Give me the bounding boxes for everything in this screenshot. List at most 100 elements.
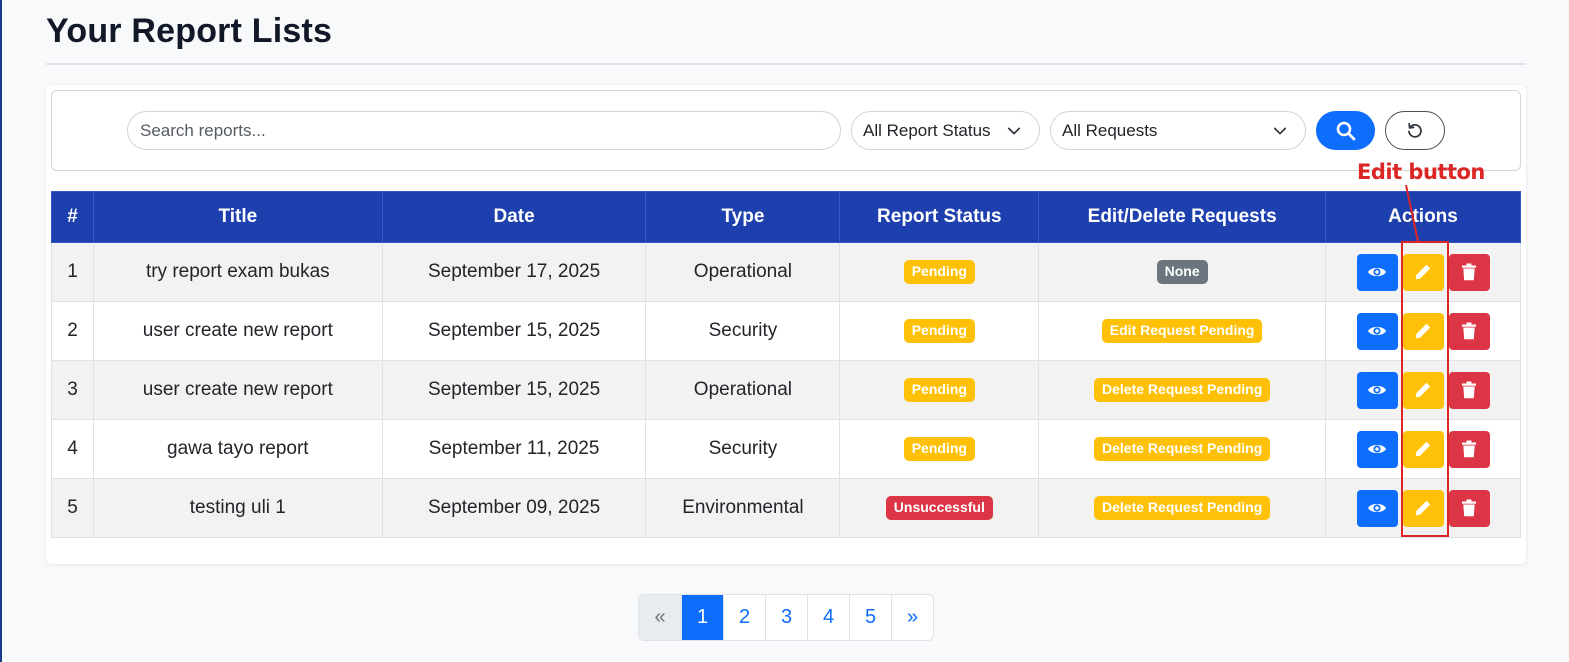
- cell-date: September 17, 2025: [381, 242, 647, 302]
- pencil-icon: [1415, 500, 1431, 516]
- row-actions: [1326, 489, 1520, 527]
- view-button[interactable]: [1356, 371, 1398, 409]
- cell-title: try report exam bukas: [92, 242, 383, 302]
- edit-button[interactable]: [1402, 312, 1444, 350]
- status-badge: Unsuccessful: [885, 496, 993, 520]
- eye-icon: [1368, 267, 1387, 277]
- chevron-down-icon: [1007, 127, 1021, 135]
- cell-number: 2: [51, 301, 94, 361]
- request-badge: Delete Request Pending: [1094, 437, 1271, 461]
- report-status-select-value: All Report Status: [863, 120, 991, 140]
- cell-actions: [1325, 360, 1521, 420]
- edit-button[interactable]: [1402, 253, 1444, 291]
- column-header-edit-delete-requests: Edit/Delete Requests: [1038, 191, 1327, 243]
- cell-report-status: Pending: [839, 301, 1040, 361]
- pencil-icon: [1415, 264, 1431, 280]
- delete-button[interactable]: [1448, 253, 1490, 291]
- cell-title: user create new report: [92, 360, 383, 420]
- view-button[interactable]: [1356, 312, 1398, 350]
- trash-icon: [1462, 440, 1477, 458]
- delete-button[interactable]: [1448, 489, 1490, 527]
- chevron-down-icon: [1273, 127, 1287, 135]
- cell-type: Operational: [645, 360, 841, 420]
- cell-request: Delete Request Pending: [1038, 478, 1327, 538]
- left-edge-border: [0, 0, 2, 662]
- view-button[interactable]: [1356, 253, 1398, 291]
- table-row: 2 user create new report September 15, 202…: [51, 301, 1521, 361]
- search-input[interactable]: [127, 111, 841, 150]
- edit-button[interactable]: [1402, 371, 1444, 409]
- pagination-prev[interactable]: «: [639, 595, 681, 640]
- cell-actions: [1325, 242, 1521, 302]
- cell-type: Operational: [645, 242, 841, 302]
- column-header-actions: Actions: [1325, 191, 1521, 243]
- row-actions: [1326, 430, 1520, 468]
- cell-report-status: Pending: [839, 242, 1040, 302]
- request-badge: Delete Request Pending: [1094, 378, 1271, 402]
- cell-number: 3: [51, 360, 94, 420]
- requests-select[interactable]: All Requests: [1050, 111, 1306, 150]
- cell-type: Security: [645, 301, 841, 361]
- request-badge: Edit Request Pending: [1101, 319, 1263, 343]
- pagination-next[interactable]: »: [891, 595, 933, 640]
- edit-button[interactable]: [1402, 430, 1444, 468]
- pagination-page-5[interactable]: 5: [849, 595, 891, 640]
- cell-date: September 09, 2025: [381, 478, 647, 538]
- delete-button[interactable]: [1448, 312, 1490, 350]
- cell-actions: [1325, 301, 1521, 361]
- view-button[interactable]: [1356, 489, 1398, 527]
- cell-request: None: [1038, 242, 1327, 302]
- delete-button[interactable]: [1448, 371, 1490, 409]
- table-header-row: # Title Date Type Report Status Edit/Del…: [51, 191, 1521, 243]
- pencil-icon: [1415, 382, 1431, 398]
- eye-icon: [1368, 385, 1387, 395]
- pagination-page-2[interactable]: 2: [723, 595, 765, 640]
- reports-table: # Title Date Type Report Status Edit/Del…: [51, 191, 1521, 538]
- search-icon: [1336, 121, 1355, 140]
- cell-type: Environmental: [645, 478, 841, 538]
- cell-report-status: Pending: [839, 419, 1040, 479]
- trash-icon: [1462, 381, 1477, 399]
- cell-type: Security: [645, 419, 841, 479]
- trash-icon: [1462, 263, 1477, 281]
- request-badge: None: [1156, 260, 1208, 284]
- table-row: 3 user create new report September 15, 202…: [51, 360, 1521, 420]
- search-button[interactable]: [1316, 111, 1375, 150]
- report-status-select[interactable]: All Report Status: [851, 111, 1040, 150]
- request-badge: Delete Request Pending: [1094, 496, 1271, 520]
- column-header-number: #: [51, 191, 94, 243]
- status-badge: Pending: [903, 260, 975, 284]
- table-row: 4 gawa tayo report September 11, 2025 Secur…: [51, 419, 1521, 479]
- status-badge: Pending: [903, 319, 975, 343]
- cell-report-status: Unsuccessful: [839, 478, 1040, 538]
- requests-select-value: All Requests: [1062, 120, 1158, 140]
- view-button[interactable]: [1356, 430, 1398, 468]
- page-title: Your Report Lists: [46, 12, 333, 50]
- pagination-page-4[interactable]: 4: [807, 595, 849, 640]
- delete-button[interactable]: [1448, 430, 1490, 468]
- table-row: 5 testing uli 1 September 09, 2025 Environm…: [51, 478, 1521, 538]
- cell-title: testing uli 1: [92, 478, 383, 538]
- eye-icon: [1368, 444, 1387, 454]
- reset-button[interactable]: [1385, 111, 1445, 150]
- cell-title: gawa tayo report: [92, 419, 383, 479]
- cell-date: September 15, 2025: [381, 301, 647, 361]
- row-actions: [1326, 253, 1520, 291]
- row-actions: [1326, 312, 1520, 350]
- cell-request: Edit Request Pending: [1038, 301, 1327, 361]
- cell-request: Delete Request Pending: [1038, 360, 1327, 420]
- trash-icon: [1462, 322, 1477, 340]
- eye-icon: [1368, 503, 1387, 513]
- status-badge: Pending: [903, 437, 975, 461]
- cell-request: Delete Request Pending: [1038, 419, 1327, 479]
- eye-icon: [1368, 326, 1387, 336]
- status-badge: Pending: [903, 378, 975, 402]
- row-actions: [1326, 371, 1520, 409]
- edit-button[interactable]: [1402, 489, 1444, 527]
- pagination-page-3[interactable]: 3: [765, 595, 807, 640]
- pagination-page-1[interactable]: 1: [681, 595, 723, 640]
- column-header-date: Date: [381, 191, 647, 243]
- table-row: 1 try report exam bukas September 17, 2025…: [51, 242, 1521, 302]
- cell-title: user create new report: [92, 301, 383, 361]
- title-divider: [46, 63, 1526, 65]
